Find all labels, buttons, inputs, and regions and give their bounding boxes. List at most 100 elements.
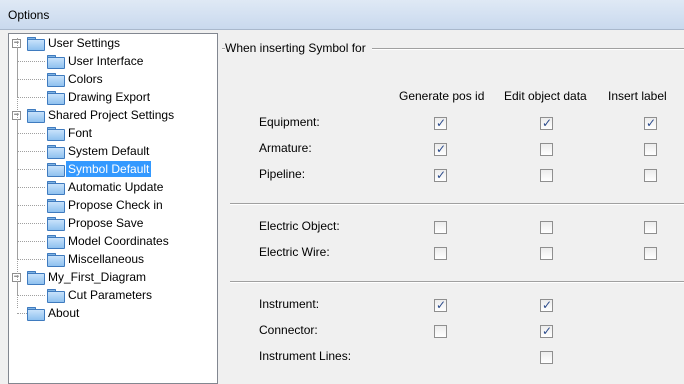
group-separator bbox=[230, 281, 684, 283]
folder-icon bbox=[47, 217, 65, 231]
tree-item-label[interactable]: System Default bbox=[66, 143, 151, 159]
tree-connector bbox=[17, 187, 45, 188]
folder-icon bbox=[47, 163, 65, 177]
option-checkbox[interactable] bbox=[434, 298, 447, 312]
option-checkbox[interactable] bbox=[434, 142, 447, 156]
option-checkbox[interactable] bbox=[540, 324, 553, 338]
tree-item[interactable]: Model Coordinates bbox=[9, 232, 217, 250]
tree-item[interactable]: Symbol Default bbox=[9, 160, 217, 178]
folder-icon bbox=[47, 55, 65, 69]
option-checkbox[interactable] bbox=[540, 247, 553, 260]
folder-icon bbox=[27, 271, 45, 285]
tree-item[interactable]: − Shared Project Settings bbox=[9, 106, 217, 124]
tree-item-label[interactable]: Cut Parameters bbox=[66, 287, 154, 303]
option-checkbox[interactable] bbox=[644, 221, 657, 234]
option-checkbox[interactable] bbox=[540, 298, 553, 312]
option-checkbox[interactable] bbox=[644, 247, 657, 260]
option-checkbox[interactable] bbox=[540, 116, 553, 130]
tree-item-label[interactable]: Model Coordinates bbox=[66, 233, 171, 249]
tree-item[interactable]: User Interface bbox=[9, 52, 217, 70]
folder-icon bbox=[47, 91, 65, 105]
tree-item-label[interactable]: User Interface bbox=[66, 53, 145, 69]
folder-icon bbox=[27, 109, 45, 123]
tree-item-label[interactable]: Miscellaneous bbox=[66, 251, 146, 267]
option-checkbox[interactable] bbox=[644, 143, 657, 156]
option-label: Electric Object: bbox=[259, 219, 340, 233]
tree-connector bbox=[17, 151, 45, 152]
option-label: Instrument: bbox=[259, 297, 320, 311]
folder-icon bbox=[27, 307, 45, 321]
option-label: Pipeline: bbox=[259, 167, 306, 181]
tree-item[interactable]: Cut Parameters bbox=[9, 286, 217, 304]
group-separator bbox=[230, 203, 684, 205]
tree-item-label[interactable]: Font bbox=[66, 125, 94, 141]
folder-icon bbox=[47, 199, 65, 213]
tree-connector bbox=[17, 313, 27, 314]
tree-connector bbox=[17, 133, 45, 134]
tree-item-label[interactable]: About bbox=[46, 305, 81, 321]
tree-connector bbox=[17, 97, 45, 98]
folder-icon bbox=[47, 181, 65, 195]
folder-icon bbox=[47, 235, 65, 249]
tree-item[interactable]: Colors bbox=[9, 70, 217, 88]
tree-item-label[interactable]: User Settings bbox=[46, 35, 122, 51]
option-checkbox[interactable] bbox=[434, 247, 447, 260]
column-header-insert-label: Insert label bbox=[608, 89, 667, 103]
option-checkbox[interactable] bbox=[434, 325, 447, 338]
tree-item-label[interactable]: Drawing Export bbox=[66, 89, 152, 105]
option-checkbox[interactable] bbox=[540, 351, 553, 364]
tree-connector bbox=[17, 223, 45, 224]
tree-item[interactable]: System Default bbox=[9, 142, 217, 160]
tree-item-label[interactable]: Symbol Default bbox=[66, 161, 152, 177]
option-checkbox[interactable] bbox=[434, 116, 447, 130]
tree-item[interactable]: − My_First_Diagram bbox=[9, 268, 217, 286]
tree-connector bbox=[17, 205, 45, 206]
tree-connector bbox=[17, 259, 45, 260]
tree-item-label[interactable]: Colors bbox=[66, 71, 105, 87]
folder-icon bbox=[47, 127, 65, 141]
tree-item[interactable]: Font bbox=[9, 124, 217, 142]
option-checkbox[interactable] bbox=[540, 143, 553, 156]
column-header-edit-object-data: Edit object data bbox=[504, 89, 587, 103]
tree-item-label[interactable]: Propose Check in bbox=[66, 197, 165, 213]
option-label: Armature: bbox=[259, 141, 312, 155]
folder-icon bbox=[47, 253, 65, 267]
folder-icon bbox=[47, 289, 65, 303]
folder-icon bbox=[27, 37, 45, 51]
tree-item[interactable]: Drawing Export bbox=[9, 88, 217, 106]
tree-item[interactable]: About bbox=[9, 304, 217, 322]
folder-icon bbox=[47, 145, 65, 159]
option-label: Electric Wire: bbox=[259, 245, 330, 259]
tree-item[interactable]: Miscellaneous bbox=[9, 250, 217, 268]
tree-connector bbox=[17, 169, 45, 170]
window-title: Options bbox=[8, 8, 50, 22]
symbol-default-panel: When inserting Symbol for Generate pos i… bbox=[222, 33, 684, 384]
option-checkbox[interactable] bbox=[434, 168, 447, 182]
tree-item-label[interactable]: Automatic Update bbox=[66, 179, 165, 195]
title-bar: Options bbox=[0, 0, 684, 30]
options-tree[interactable]: − User Settings User Interface Colors Drawin… bbox=[8, 33, 218, 384]
tree-item[interactable]: Propose Save bbox=[9, 214, 217, 232]
option-checkbox[interactable] bbox=[434, 221, 447, 234]
option-label: Instrument Lines: bbox=[259, 349, 352, 363]
option-label: Equipment: bbox=[259, 115, 320, 129]
tree-connector bbox=[17, 38, 18, 308]
column-header-generate-pos-id: Generate pos id bbox=[399, 89, 485, 103]
folder-icon bbox=[47, 73, 65, 87]
tree-item-label[interactable]: My_First_Diagram bbox=[46, 269, 148, 285]
tree-item[interactable]: − User Settings bbox=[9, 34, 217, 52]
tree-connector bbox=[17, 61, 45, 62]
tree-item-label[interactable]: Shared Project Settings bbox=[46, 107, 176, 123]
option-checkbox[interactable] bbox=[540, 221, 553, 234]
tree-item[interactable]: Automatic Update bbox=[9, 178, 217, 196]
option-checkbox[interactable] bbox=[540, 169, 553, 182]
tree-item[interactable]: Propose Check in bbox=[9, 196, 217, 214]
tree-connector bbox=[17, 241, 45, 242]
option-checkbox[interactable] bbox=[644, 116, 657, 130]
tree-connector bbox=[17, 79, 45, 80]
option-checkbox[interactable] bbox=[644, 169, 657, 182]
section-title: When inserting Symbol for bbox=[225, 41, 372, 55]
tree-item-label[interactable]: Propose Save bbox=[66, 215, 145, 231]
tree-connector bbox=[17, 295, 45, 296]
option-label: Connector: bbox=[259, 323, 318, 337]
